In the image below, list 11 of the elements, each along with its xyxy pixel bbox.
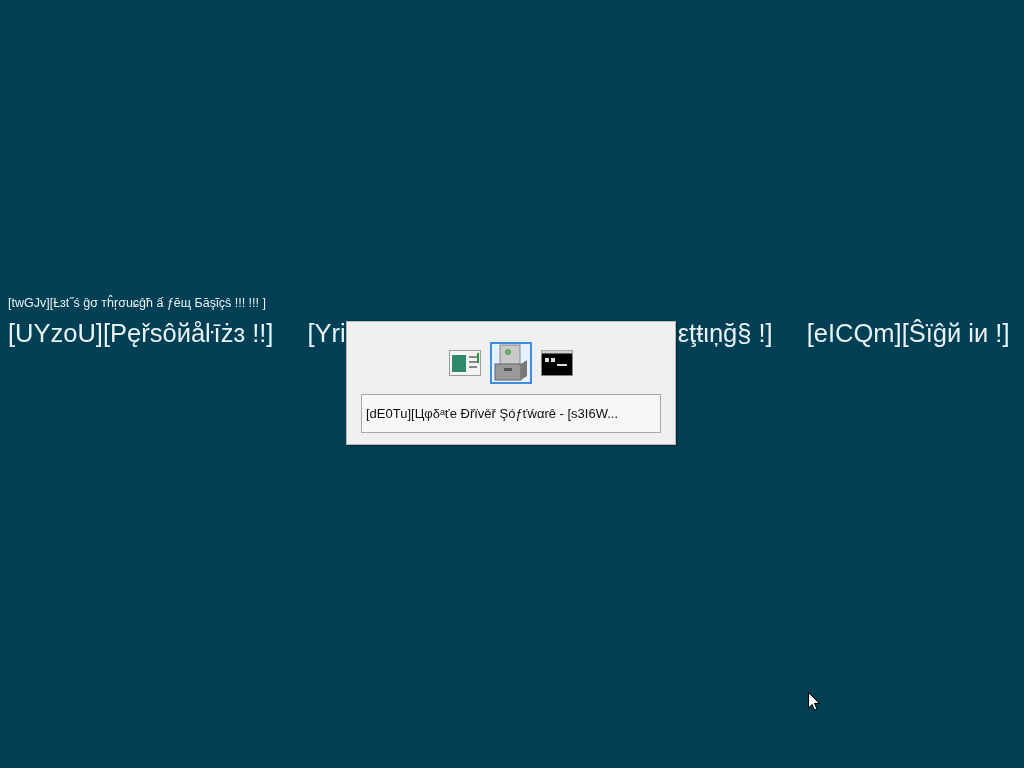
window-title: [dE0Tu][Цφδᵃťe Đřïvěř Şóƒťẃαrê - [s3I6W...: [361, 394, 661, 433]
tile-heading[interactable]: [UYzoU][Pęřsôйåŀīżɜ !!]: [8, 318, 274, 348]
app-tile[interactable]: [490, 342, 532, 384]
window-icon: [449, 350, 481, 376]
subtitle: [twGJv][Ƚɜt˝ś ĝσ тĥŗσuɕĝħ ấ ƒĕщ Бāşῖçŝ !!! !!! ]: [8, 296, 267, 312]
tile-heading[interactable]: [Yri: [307, 318, 346, 348]
tile-heading[interactable]: εţŧιņğ§ !]: [677, 318, 773, 348]
tile-heading[interactable]: [eICQm][Ŝïĝй iи !]: [806, 318, 1010, 348]
console-icon: [541, 350, 573, 376]
toolbox-icon: [494, 344, 528, 382]
mouse-pointer-icon: [808, 692, 820, 711]
